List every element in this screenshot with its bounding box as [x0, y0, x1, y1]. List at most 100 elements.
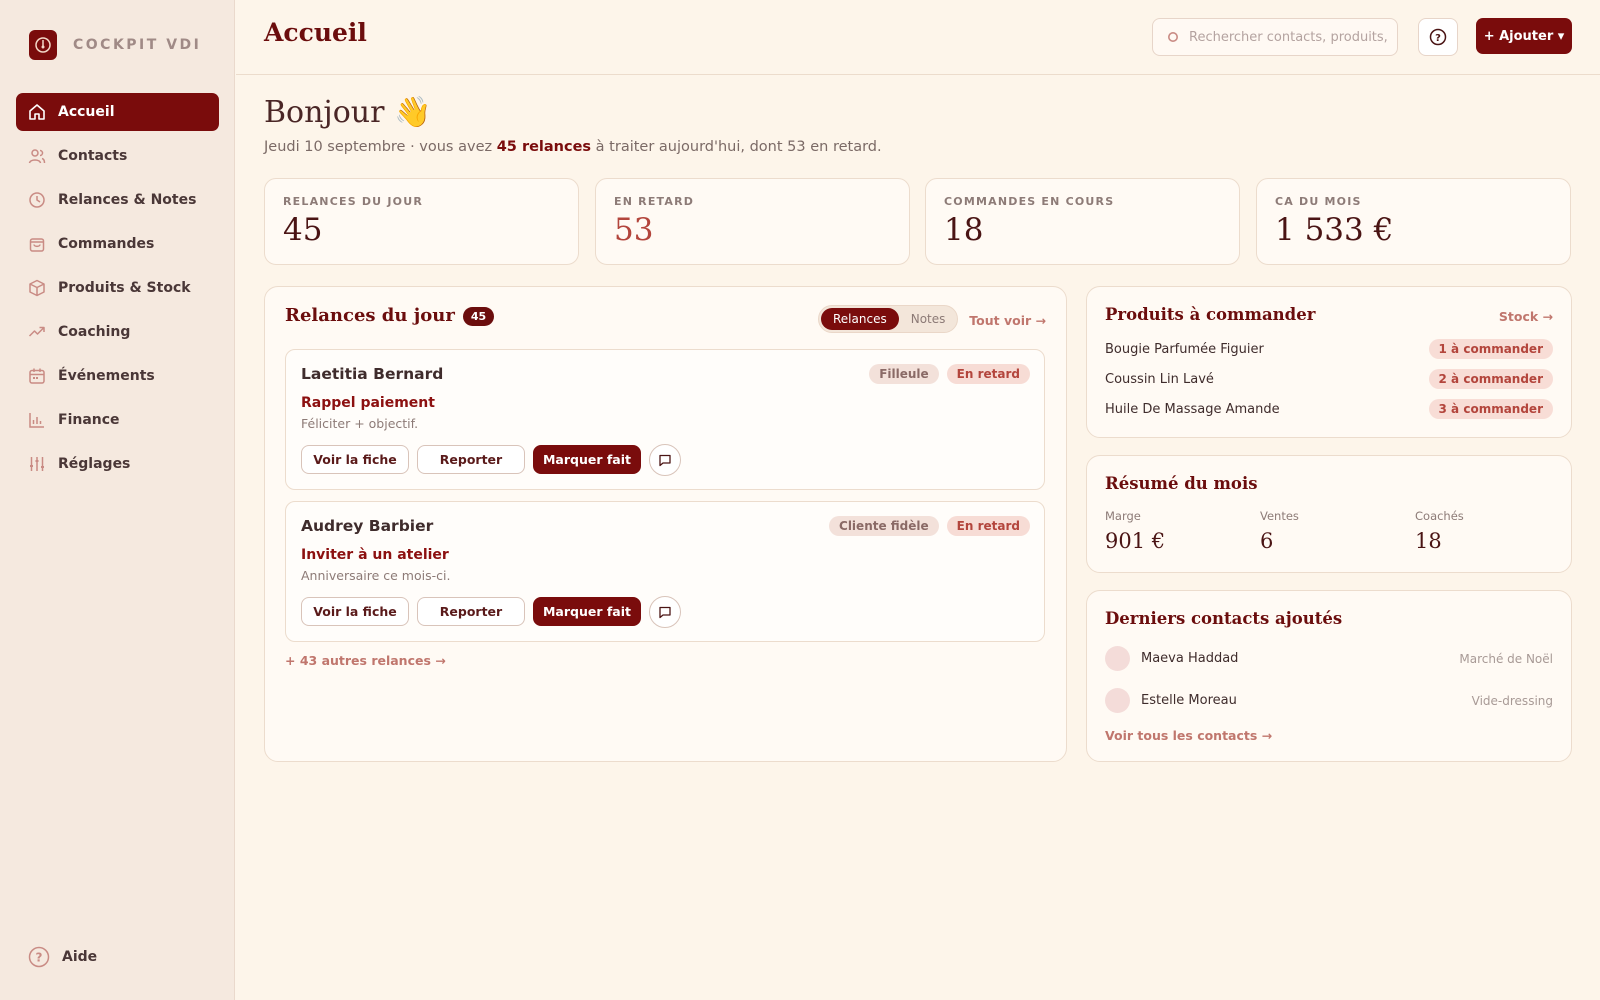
sidebar-item-label: Réglages — [58, 456, 131, 472]
view-profile-button[interactable]: Voir la fiche — [301, 445, 409, 474]
stat-label: RELANCES DU JOUR — [283, 195, 423, 208]
sidebar-item-commandes[interactable]: Commandes — [16, 225, 219, 263]
sidebar-item-label: Contacts — [58, 148, 128, 164]
help-circle-icon: ? — [1429, 28, 1447, 46]
greeting-relances-count[interactable]: 45 relances — [497, 139, 591, 155]
mark-done-button[interactable]: Marquer fait — [533, 445, 641, 474]
contact-source: Marché de Noël — [1459, 651, 1553, 666]
sidebar-item-aide[interactable]: ? Aide — [28, 946, 97, 968]
order-qty-badge: 3 à commander — [1428, 399, 1553, 419]
chat-icon — [659, 606, 671, 619]
sidebar-item-produits[interactable]: Produits & Stock — [16, 269, 219, 307]
sidebar-item-accueil[interactable]: Accueil — [16, 93, 219, 131]
help-circle-icon: ? — [28, 946, 50, 968]
relances-notes-toggle: Relances Notes — [818, 305, 958, 333]
box-icon — [29, 279, 45, 297]
tags: Cliente fidèle En retard — [829, 516, 1030, 536]
order-qty-badge: 2 à commander — [1428, 369, 1553, 389]
metric-value: 6 — [1260, 529, 1274, 553]
count-badge: 45 — [462, 307, 495, 326]
panel-title: Relances du jour — [285, 305, 455, 326]
task-buttons: Voir la fiche Reporter Marquer fait — [301, 444, 681, 476]
task-note: Féliciter + objectif. — [301, 416, 419, 431]
home-icon — [29, 104, 45, 120]
list-item[interactable]: Coussin Lin Lavé 2 à commander — [1105, 369, 1553, 389]
list-item[interactable]: Estelle Moreau Vide-dressing — [1105, 688, 1553, 713]
sidebar-nav: Accueil Contacts Relances & Notes Comman… — [16, 93, 219, 489]
tag-relation: Filleule — [869, 364, 939, 384]
sidebar-item-reglages[interactable]: Réglages — [16, 445, 219, 483]
tag-late: En retard — [946, 364, 1030, 384]
sidebar-item-coaching[interactable]: Coaching — [16, 313, 219, 351]
contacts-panel: Derniers contacts ajoutés Maeva Haddad M… — [1086, 590, 1572, 762]
relance-card: Audrey Barbier Cliente fidèle En retard … — [285, 501, 1045, 642]
produits-panel: Produits à commander Stock → Bougie Parf… — [1086, 286, 1572, 438]
page-title: Accueil — [264, 18, 367, 47]
help-label: Aide — [62, 949, 98, 965]
relances-panel: Relances du jour 45 Relances Notes Tout v… — [264, 286, 1067, 762]
list-item[interactable]: Huile De Massage Amande 3 à commander — [1105, 399, 1553, 419]
sidebar-item-contacts[interactable]: Contacts — [16, 137, 219, 175]
stat-value: 53 — [614, 212, 654, 248]
contact-left: Maeva Haddad — [1105, 646, 1238, 671]
view-profile-button[interactable]: Voir la fiche — [301, 597, 409, 626]
stat-card-ca: CA DU MOIS 1 533 € — [1256, 178, 1571, 265]
relances-header: Relances du jour 45 — [285, 305, 495, 326]
stat-value: 45 — [283, 212, 323, 248]
task-buttons: Voir la fiche Reporter Marquer fait — [301, 596, 681, 628]
stat-label: CA DU MOIS — [1275, 195, 1362, 208]
brand[interactable]: COCKPIT VDI — [29, 30, 201, 60]
greeting-rest: à traiter aujourd'hui, dont 53 en retard… — [591, 139, 882, 155]
bag-icon — [29, 238, 45, 252]
metric-value: 901 € — [1105, 529, 1166, 553]
avatar — [1105, 688, 1130, 713]
contact-name: Estelle Moreau — [1141, 693, 1237, 708]
add-button[interactable]: + Ajouter ▾ — [1476, 18, 1572, 54]
help-button[interactable]: ? — [1418, 18, 1458, 56]
tag-relation: Cliente fidèle — [829, 516, 939, 536]
contact-name: Maeva Haddad — [1141, 651, 1239, 666]
svg-text:?: ? — [1435, 33, 1441, 44]
gauge-logo-icon — [29, 30, 57, 60]
postpone-button[interactable]: Reporter — [417, 597, 525, 626]
relance-card: Laetitia Bernard Filleule En retard Rapp… — [285, 349, 1045, 490]
more-relances-link[interactable]: + 43 autres relances → — [285, 653, 446, 668]
sidebar-item-label: Commandes — [58, 236, 155, 252]
avatar — [1105, 646, 1130, 671]
sidebar-item-finance[interactable]: Finance — [16, 401, 219, 439]
toggle-notes[interactable]: Notes — [899, 308, 958, 330]
stat-label: COMMANDES EN COURS — [944, 195, 1115, 208]
tags: Filleule En retard — [869, 364, 1030, 384]
stock-link[interactable]: Stock → — [1499, 309, 1553, 324]
greeting-subline: Jeudi 10 septembre · vous avez 45 relanc… — [264, 139, 882, 155]
sliders-icon — [30, 457, 44, 471]
task-note: Anniversaire ce mois-ci. — [301, 568, 451, 583]
sidebar-item-relances[interactable]: Relances & Notes — [16, 181, 219, 219]
postpone-button[interactable]: Reporter — [417, 445, 525, 474]
see-all-link[interactable]: Tout voir → — [969, 313, 1046, 328]
contact-name[interactable]: Laetitia Bernard — [301, 365, 443, 383]
sidebar: COCKPIT VDI Accueil Contacts Relances & … — [0, 0, 235, 1000]
toggle-relances[interactable]: Relances — [821, 308, 899, 330]
clock-icon — [29, 192, 45, 208]
list-item[interactable]: Bougie Parfumée Figuier 1 à commander — [1105, 339, 1553, 359]
stat-label: EN RETARD — [614, 195, 695, 208]
stat-card-relances: RELANCES DU JOUR 45 — [264, 178, 579, 265]
sidebar-item-label: Produits & Stock — [58, 280, 191, 296]
search-input[interactable]: Rechercher contacts, produits, — [1152, 18, 1398, 56]
stat-card-retard: EN RETARD 53 — [595, 178, 910, 265]
sidebar-item-evenements[interactable]: Événements — [16, 357, 219, 395]
metric-label: Ventes — [1260, 509, 1299, 523]
metric-marge: Marge 901 € — [1105, 509, 1165, 553]
search-icon — [1168, 32, 1178, 42]
top-header: Accueil Rechercher contacts, produits, ?… — [236, 0, 1600, 75]
message-button[interactable] — [649, 444, 681, 476]
all-contacts-link[interactable]: Voir tous les contacts → — [1105, 728, 1272, 743]
mark-done-button[interactable]: Marquer fait — [533, 597, 641, 626]
tag-late: En retard — [946, 516, 1030, 536]
metric-label: Coachés — [1415, 509, 1464, 523]
list-item[interactable]: Maeva Haddad Marché de Noël — [1105, 646, 1553, 671]
message-button[interactable] — [649, 596, 681, 628]
panel-title: Résumé du mois — [1105, 474, 1258, 493]
contact-name[interactable]: Audrey Barbier — [301, 517, 433, 535]
